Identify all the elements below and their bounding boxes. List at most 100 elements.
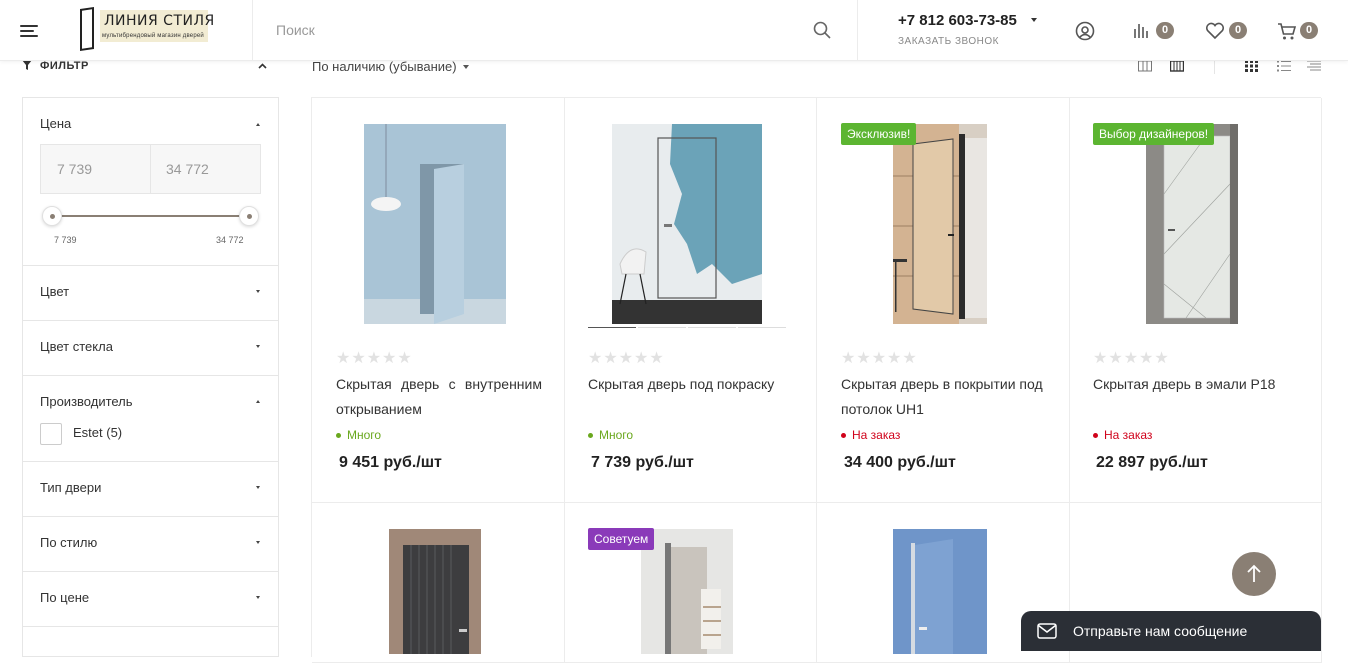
stock-label: На заказ bbox=[852, 428, 901, 442]
stock-dot bbox=[841, 433, 846, 438]
site-header: ЛИНИЯ СТИЛЯ мультибрендовый магазин двер… bbox=[0, 0, 1348, 61]
view-columns-4-icon[interactable] bbox=[1170, 60, 1184, 72]
product-card[interactable]: Выбор дизайнеров! ★★★★★ Скрытая дверь в … bbox=[1069, 98, 1322, 503]
filter-price: Цена 7 739 34 772 7 739 34 772 bbox=[23, 98, 278, 266]
product-sticker: Выбор дизайнеров! bbox=[1093, 123, 1215, 145]
filter-manufacturer: Производитель Estet (5) bbox=[23, 376, 278, 462]
chat-widget[interactable]: Отправьте нам сообщение bbox=[1021, 611, 1321, 651]
filter-section-title[interactable]: Производитель bbox=[40, 394, 133, 409]
stock-label: На заказ bbox=[1104, 428, 1153, 442]
sort-label: По наличию (убывание) bbox=[312, 59, 457, 74]
price-slider-max-handle[interactable] bbox=[239, 206, 259, 226]
product-card[interactable]: Советуем bbox=[564, 503, 817, 663]
chevron-down-icon[interactable] bbox=[1031, 18, 1037, 22]
product-price: 7 739 руб./шт bbox=[591, 454, 694, 471]
price-max-label: 34 772 bbox=[216, 235, 244, 245]
table-view-icon[interactable] bbox=[1307, 60, 1321, 72]
product-card[interactable]: Эксклюзив! ★★★★★ Скрытая дверь в покрыти… bbox=[817, 98, 1070, 503]
stock-dot bbox=[336, 433, 341, 438]
filter-style[interactable]: По стилю bbox=[23, 517, 278, 572]
stock-dot bbox=[588, 433, 593, 438]
logo-subtitle: мультибрендовый магазин дверей bbox=[102, 33, 204, 39]
product-image[interactable] bbox=[1146, 124, 1238, 324]
search-input[interactable]: Поиск bbox=[276, 22, 315, 38]
product-sticker: Эксклюзив! bbox=[841, 123, 917, 145]
gallery-indicator[interactable] bbox=[738, 327, 786, 328]
logo-title: ЛИНИЯ СТИЛЯ bbox=[104, 13, 215, 29]
chevron-down-icon bbox=[462, 65, 469, 69]
filter-section-title: По цене bbox=[40, 590, 90, 605]
product-image[interactable] bbox=[389, 529, 481, 654]
phone-number[interactable]: +7 812 603-73-85 bbox=[898, 12, 1017, 29]
price-min-input[interactable]: 7 739 bbox=[57, 161, 92, 177]
product-name[interactable]: Скрытая дверь с внутренним открыванием bbox=[336, 372, 542, 422]
heart-icon[interactable] bbox=[1204, 20, 1226, 42]
product-card[interactable] bbox=[312, 503, 565, 663]
filter-glass-color[interactable]: Цвет стекла bbox=[23, 321, 278, 376]
product-price: 9 451 руб./шт bbox=[339, 454, 442, 471]
product-image[interactable] bbox=[364, 124, 506, 324]
gallery-indicator-active[interactable] bbox=[588, 327, 636, 328]
filter-by-price[interactable]: По цене bbox=[23, 572, 278, 627]
view-columns-3-icon[interactable] bbox=[1138, 60, 1152, 72]
stock-dot bbox=[1093, 433, 1098, 438]
grid-view-icon[interactable] bbox=[1245, 60, 1259, 72]
stock-status: Много bbox=[588, 428, 633, 442]
callback-link[interactable]: ЗАКАЗАТЬ ЗВОНОК bbox=[898, 36, 999, 47]
stock-status: Много bbox=[336, 428, 381, 442]
product-image[interactable] bbox=[893, 124, 987, 324]
chevron-up-icon[interactable] bbox=[256, 400, 260, 403]
gallery-indicator[interactable] bbox=[638, 327, 686, 328]
stock-status: На заказ bbox=[1093, 428, 1152, 442]
chevron-up-icon[interactable] bbox=[256, 123, 260, 126]
filter-toggle[interactable]: ФИЛЬТР bbox=[22, 60, 89, 72]
rating-stars: ★★★★★ bbox=[841, 350, 918, 367]
filter-section-title: Цвет bbox=[40, 284, 70, 299]
site-logo[interactable]: ЛИНИЯ СТИЛЯ мультибрендовый магазин двер… bbox=[78, 6, 214, 52]
chevron-up-icon[interactable] bbox=[258, 62, 267, 71]
sort-select[interactable]: По наличию (убывание) bbox=[312, 59, 469, 74]
product-card[interactable]: ★★★★★ Скрытая дверь с внутренним открыва… bbox=[312, 98, 565, 503]
product-name[interactable]: Скрытая дверь под покраску bbox=[588, 372, 794, 397]
stock-status: На заказ bbox=[841, 428, 900, 442]
product-name[interactable]: Скрытая дверь в покрытии под потолок UH1 bbox=[841, 372, 1047, 422]
list-view-icon[interactable] bbox=[1277, 60, 1291, 72]
product-image[interactable] bbox=[612, 124, 762, 324]
product-card[interactable]: ★★★★★ Скрытая дверь под покраску Много 7… bbox=[564, 98, 817, 503]
cart-icon[interactable] bbox=[1276, 20, 1298, 42]
rating-stars: ★★★★★ bbox=[1093, 350, 1170, 367]
price-slider-min-handle[interactable] bbox=[42, 206, 62, 226]
product-name[interactable]: Скрытая дверь в эмали Р18 bbox=[1093, 372, 1299, 397]
product-grid: ★★★★★ Скрытая дверь с внутренним открыва… bbox=[311, 97, 1322, 663]
stock-label: Много bbox=[599, 428, 634, 442]
product-price: 22 897 руб./шт bbox=[1096, 454, 1208, 471]
scroll-top-button[interactable] bbox=[1232, 552, 1276, 596]
filter-section-title: Цвет стекла bbox=[40, 339, 113, 354]
mail-icon bbox=[1037, 623, 1057, 639]
search-icon[interactable] bbox=[813, 21, 831, 39]
compare-icon[interactable] bbox=[1132, 20, 1154, 42]
price-range-inputs: 7 739 34 772 bbox=[40, 144, 261, 194]
filter-color[interactable]: Цвет bbox=[23, 266, 278, 321]
product-price: 34 400 руб./шт bbox=[844, 454, 956, 471]
price-max-input[interactable]: 34 772 bbox=[166, 161, 209, 177]
gallery-indicator[interactable] bbox=[688, 327, 736, 328]
price-slider-track[interactable] bbox=[53, 215, 249, 217]
menu-icon[interactable] bbox=[20, 25, 38, 37]
cart-badge: 0 bbox=[1300, 22, 1318, 39]
product-image[interactable] bbox=[641, 529, 733, 654]
chevron-down-icon bbox=[256, 290, 260, 293]
stock-label: Много bbox=[347, 428, 382, 442]
filter-price-title[interactable]: Цена bbox=[40, 116, 71, 131]
filter-section-title: По стилю bbox=[40, 535, 98, 550]
manufacturer-checkbox[interactable] bbox=[40, 423, 62, 445]
product-sticker: Советуем bbox=[588, 528, 655, 550]
filter-label: ФИЛЬТР bbox=[40, 60, 89, 72]
filter-door-type[interactable]: Тип двери bbox=[23, 462, 278, 517]
filter-icon bbox=[22, 60, 32, 70]
manufacturer-option-label[interactable]: Estet (5) bbox=[73, 425, 122, 440]
compare-badge: 0 bbox=[1156, 22, 1174, 39]
user-icon[interactable] bbox=[1074, 20, 1096, 42]
product-image[interactable] bbox=[893, 529, 987, 654]
price-min-label: 7 739 bbox=[54, 235, 77, 245]
